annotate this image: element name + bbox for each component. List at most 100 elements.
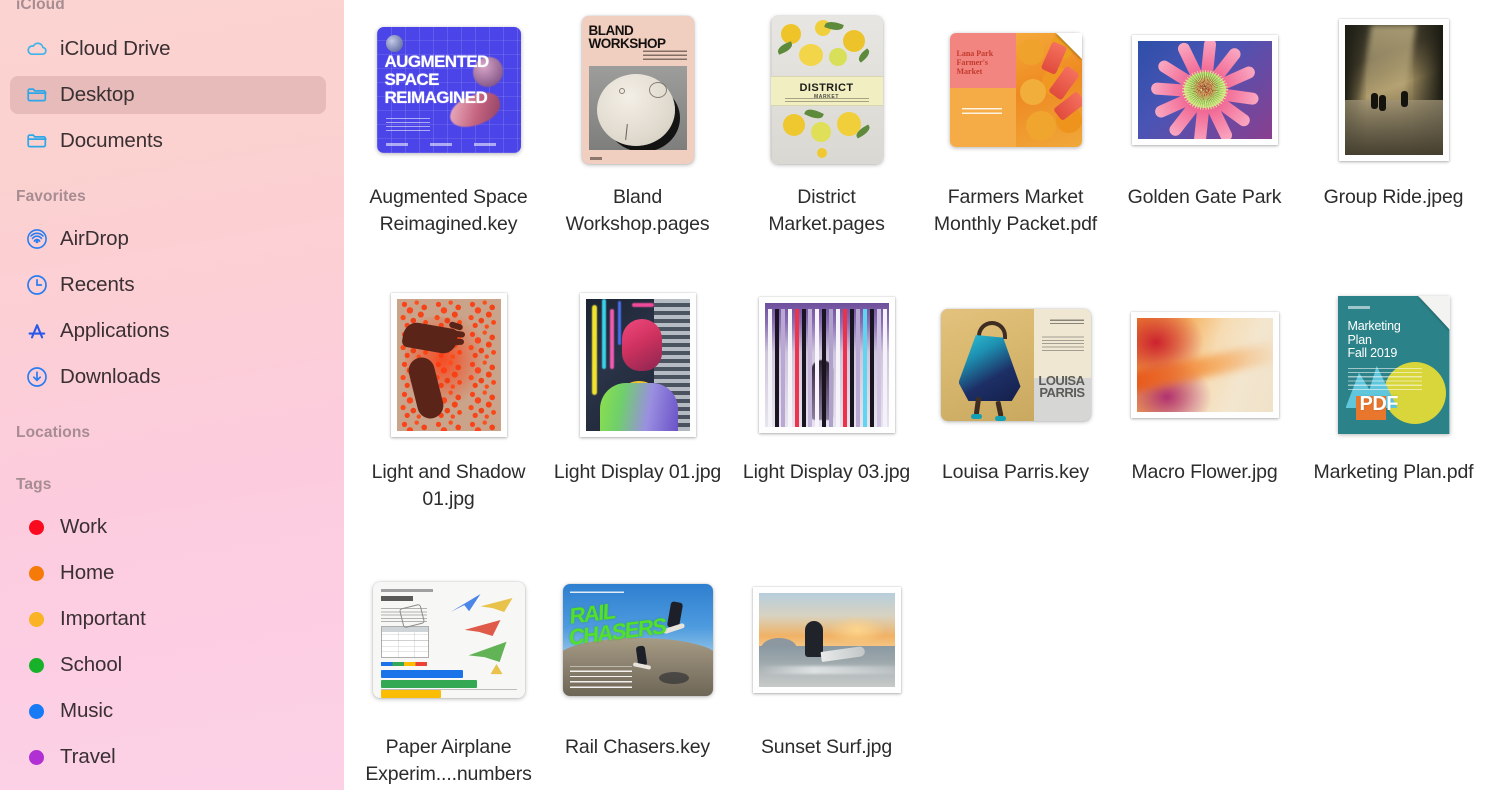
sidebar-item-label: School (60, 653, 123, 676)
thumb-graffiti: RAIL CHASERS (568, 598, 666, 651)
sidebar-item-icloud-drive[interactable]: iCloud Drive (10, 30, 326, 68)
photo-frame (1338, 19, 1449, 161)
sidebar-item-label: Work (60, 515, 108, 538)
app-store-icon (24, 318, 50, 344)
thumb-title: Lana Park Farmer's Market (956, 49, 994, 76)
sidebar-item-tag-home[interactable]: Home (10, 554, 326, 592)
file-name-label: Marketing Plan.pdf (1313, 461, 1474, 483)
sidebar-item-tag-travel[interactable]: Travel (10, 738, 326, 776)
file-item[interactable]: Light Display 03.jpg (732, 275, 921, 550)
sidebar-item-applications[interactable]: Applications (10, 312, 326, 350)
file-thumbnail: LOUISA PARRIS (921, 275, 1110, 455)
sidebar-item-label: iCloud Drive (60, 37, 171, 60)
airdrop-icon (24, 226, 50, 252)
sidebar-item-label: Applications (60, 319, 170, 342)
sidebar-item-airdrop[interactable]: AirDrop (10, 220, 326, 258)
file-name-label: Farmers Market Monthly Packet.pdf (933, 186, 1098, 235)
file-name-label: Paper Airplane Experim....numbers (365, 736, 532, 785)
tag-dot-icon (29, 749, 44, 765)
pdf-badge: PDF (1359, 393, 1399, 415)
file-thumbnail: BLAND WORKSHOP (543, 0, 732, 180)
thumb-band: DISTRICT MARKET (770, 76, 883, 106)
sidebar-item-tag-music[interactable]: Music (10, 692, 326, 730)
keynote-thumbnail-louisa-parris: LOUISA PARRIS (940, 309, 1091, 421)
file-thumbnail (732, 550, 921, 730)
thumb-title: DISTRICT (799, 82, 854, 94)
file-name-label: Light and Shadow 01.jpg (371, 461, 526, 510)
file-name-label: Light Display 01.jpg (553, 461, 722, 483)
image-thumbnail-group-ride (1344, 25, 1443, 155)
sidebar-section-header-tags: Tags (16, 476, 52, 493)
file-thumbnail: RAIL CHASERS (543, 550, 732, 730)
file-item[interactable]: AUGMENTED SPACE REIMAGINED Augmented Spa… (354, 0, 543, 275)
sidebar-item-label: Desktop (60, 83, 135, 106)
file-item[interactable]: Marketing Plan Fall 2019 PDF Marketing Pla… (1299, 275, 1488, 550)
sidebar-section-header-favorites: Favorites (16, 188, 86, 205)
pdf-thumbnail-marketing-plan: Marketing Plan Fall 2019 PDF (1337, 296, 1450, 434)
image-thumbnail-macro-flower (1136, 318, 1273, 412)
file-item[interactable]: Lana Park Farmer's Market Farmers Market … (921, 0, 1110, 275)
file-item[interactable]: DISTRICT MARKET District Market.pages (732, 0, 921, 275)
sidebar-item-desktop[interactable]: Desktop (10, 76, 326, 114)
file-item[interactable]: Group Ride.jpeg (1299, 0, 1488, 275)
file-item[interactable]: RAIL CHASERS Rail Chasers.key (543, 550, 732, 790)
file-thumbnail (354, 275, 543, 455)
thumb-headline-2: SPACE (384, 70, 440, 89)
file-item[interactable]: Light and Shadow 01.jpg (354, 275, 543, 550)
sidebar-item-documents[interactable]: Documents (10, 122, 326, 160)
file-browser-content: AUGMENTED SPACE REIMAGINED Augmented Spa… (344, 0, 1500, 790)
folder-icon (24, 128, 50, 154)
sidebar-item-tag-school[interactable]: School (10, 646, 326, 684)
thumb-title: BLAND WORKSHOP (588, 23, 667, 51)
photo-frame (758, 297, 895, 433)
thumb-brand: LOUISA PARRIS (1038, 373, 1085, 400)
sidebar-item-tag-work[interactable]: Work (10, 508, 326, 546)
sidebar: iCloud iCloud Drive Desktop Documents Fa… (0, 0, 344, 790)
numbers-thumbnail-paper-airplane (372, 582, 525, 698)
file-thumbnail (354, 550, 543, 730)
file-item[interactable]: Paper Airplane Experim....numbers (354, 550, 543, 790)
image-thumbnail-light-display-03 (764, 303, 889, 427)
file-item[interactable]: BLAND WORKSHOP Bland Workshop.pages (543, 0, 732, 275)
sidebar-item-recents[interactable]: Recents (10, 266, 326, 304)
photo-frame (579, 293, 696, 437)
sidebar-item-downloads[interactable]: Downloads (10, 358, 326, 396)
image-thumbnail-light-and-shadow (396, 299, 501, 431)
tag-dot-icon (29, 657, 44, 673)
sidebar-section-header-icloud: iCloud (16, 0, 65, 13)
image-thumbnail-sunset-surf (758, 593, 895, 687)
sidebar-item-label: Music (60, 699, 114, 722)
file-item[interactable]: Golden Gate Park (1110, 0, 1299, 275)
sidebar-item-label: Travel (60, 745, 116, 768)
file-thumbnail (543, 275, 732, 455)
sidebar-item-label: AirDrop (60, 227, 129, 250)
file-item[interactable]: Sunset Surf.jpg (732, 550, 921, 790)
photo-frame (1130, 312, 1279, 418)
image-thumbnail-light-display-01 (585, 299, 690, 431)
sidebar-item-tag-important[interactable]: Important (10, 600, 326, 638)
pages-thumbnail-bland: BLAND WORKSHOP (581, 16, 694, 164)
file-name-label: Louisa Parris.key (941, 461, 1089, 483)
file-thumbnail (1110, 275, 1299, 455)
photo-frame (752, 587, 901, 693)
clock-icon (24, 272, 50, 298)
file-item[interactable]: Light Display 01.jpg (543, 275, 732, 550)
file-item[interactable]: LOUISA PARRIS Louisa Parris.key (921, 275, 1110, 550)
file-item[interactable]: Macro Flower.jpg (1110, 275, 1299, 550)
file-name-label: Sunset Surf.jpg (760, 736, 893, 758)
file-thumbnail: AUGMENTED SPACE REIMAGINED (354, 0, 543, 180)
page-fold-corner (1055, 33, 1082, 59)
file-name-label: Bland Workshop.pages (565, 186, 710, 235)
sidebar-item-label: Home (60, 561, 115, 584)
sidebar-item-label: Important (60, 607, 146, 630)
sidebar-item-label: Recents (60, 273, 135, 296)
file-thumbnail: DISTRICT MARKET (732, 0, 921, 180)
page-fold-corner (1418, 296, 1450, 330)
tag-dot-icon (29, 611, 44, 627)
keynote-thumbnail-augmented: AUGMENTED SPACE REIMAGINED (376, 27, 521, 153)
pdf-thumbnail-farmers-market: Lana Park Farmer's Market (949, 33, 1082, 147)
sidebar-section-header-locations: Locations (16, 424, 91, 441)
thumb-headline-1: AUGMENTED (384, 52, 490, 71)
file-name-label: Golden Gate Park (1127, 186, 1282, 208)
tag-dot-icon (29, 565, 44, 581)
